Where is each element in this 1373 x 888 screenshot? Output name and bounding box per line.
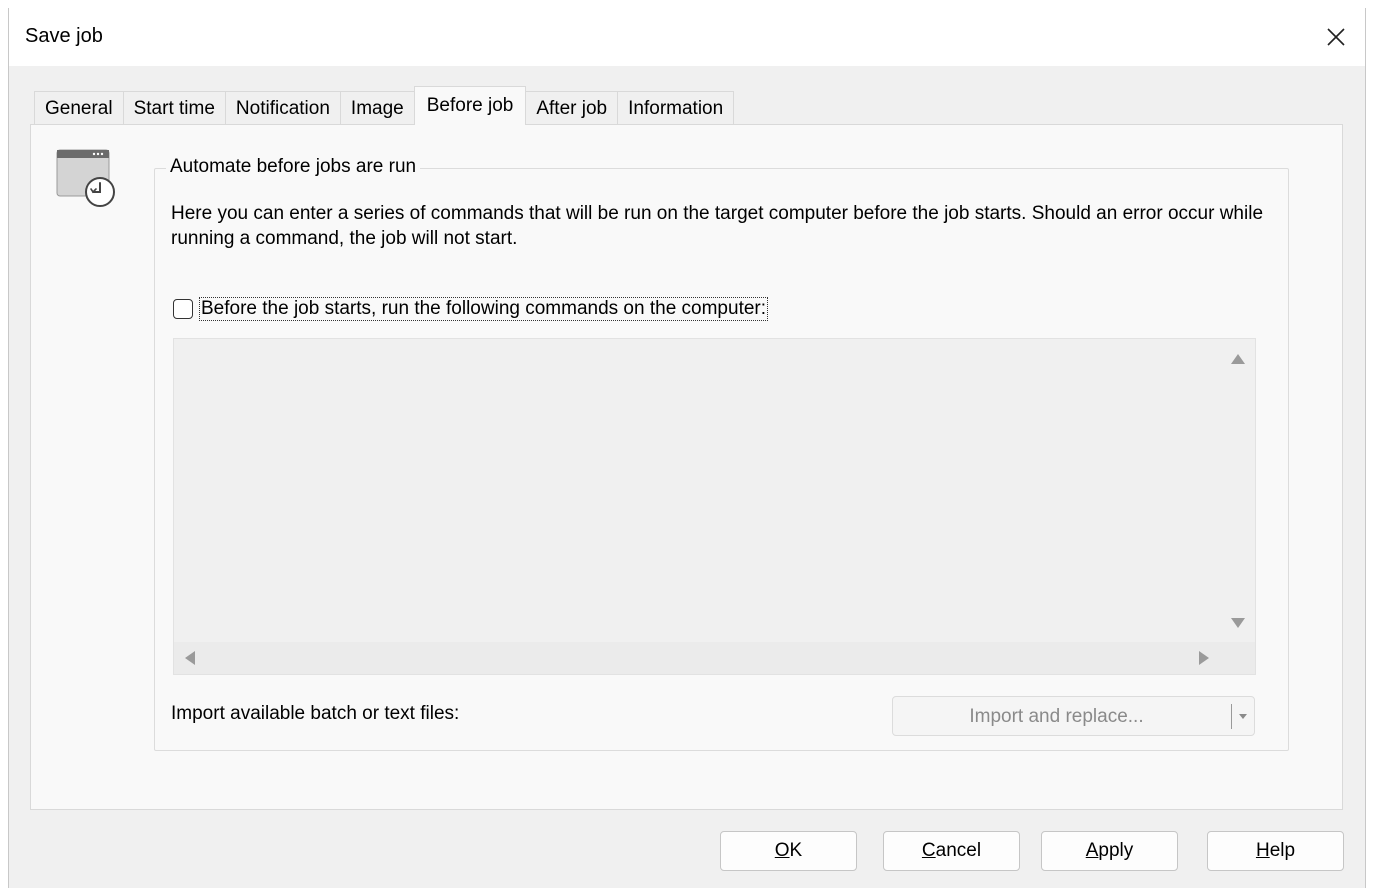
clock-window-icon — [56, 149, 115, 207]
help-label-rest: elp — [1269, 840, 1296, 861]
chevron-down-icon[interactable] — [1239, 714, 1247, 719]
tab-start-time[interactable]: Start time — [122, 91, 226, 125]
help-button[interactable]: Help — [1207, 831, 1344, 871]
group-title: Automate before jobs are run — [166, 156, 421, 178]
tab-label: Information — [628, 97, 724, 119]
tab-general[interactable]: General — [34, 91, 124, 125]
apply-label-rest: pply — [1098, 840, 1134, 861]
run-commands-checkbox-row[interactable]: Before the job starts, run the following… — [173, 297, 769, 321]
scroll-right-icon[interactable] — [1199, 651, 1209, 665]
before-job-panel: Automate before jobs are run Here you ca… — [30, 124, 1343, 810]
window-title: Save job — [25, 25, 103, 47]
horizontal-scrollbar[interactable] — [174, 642, 1255, 674]
run-commands-label[interactable]: Before the job starts, run the following… — [199, 297, 769, 321]
tab-notification[interactable]: Notification — [224, 91, 341, 125]
scroll-up-icon[interactable] — [1231, 354, 1245, 364]
close-button[interactable] — [1307, 8, 1365, 66]
cancel-button[interactable]: Cancel — [883, 831, 1020, 871]
ok-mnemonic: O — [774, 840, 790, 861]
description-text: Here you can enter a series of commands … — [171, 203, 1264, 249]
tab-after-job[interactable]: After job — [525, 91, 619, 125]
ok-button[interactable]: OK — [720, 831, 857, 871]
cancel-mnemonic: C — [921, 840, 936, 861]
tab-label: After job — [536, 97, 608, 119]
tab-label: Notification — [235, 97, 330, 119]
tab-strip: General Start time Notification Image Be… — [34, 86, 735, 125]
apply-mnemonic: A — [1085, 840, 1099, 861]
split-button-divider — [1231, 704, 1232, 729]
tab-label: General — [45, 97, 113, 119]
scroll-down-icon[interactable] — [1231, 618, 1245, 628]
tab-information[interactable]: Information — [617, 91, 735, 125]
commands-textarea[interactable] — [173, 338, 1256, 675]
title-bar: Save job — [9, 8, 1365, 66]
import-label: Import available batch or text files: — [171, 703, 460, 724]
ok-label-rest: K — [789, 840, 803, 861]
tab-image[interactable]: Image — [339, 91, 415, 125]
scroll-left-icon[interactable] — [185, 651, 195, 665]
vertical-scrollbar[interactable] — [1219, 339, 1255, 641]
cancel-label-rest: ancel — [935, 840, 982, 861]
tab-label: Before job — [426, 95, 514, 116]
close-icon — [1327, 28, 1345, 46]
run-commands-checkbox[interactable] — [173, 299, 193, 319]
tab-before-job[interactable]: Before job — [413, 86, 527, 125]
tab-label: Image — [350, 97, 404, 119]
save-job-dialog: Save job General Start time Notification… — [8, 8, 1366, 888]
tab-label: Start time — [133, 97, 215, 119]
import-and-replace-button[interactable]: Import and replace... — [892, 696, 1255, 736]
help-mnemonic: H — [1255, 840, 1270, 861]
import-button-label: Import and replace... — [969, 706, 1144, 727]
apply-button[interactable]: Apply — [1041, 831, 1178, 871]
automate-groupbox: Automate before jobs are run Here you ca… — [154, 156, 1289, 751]
